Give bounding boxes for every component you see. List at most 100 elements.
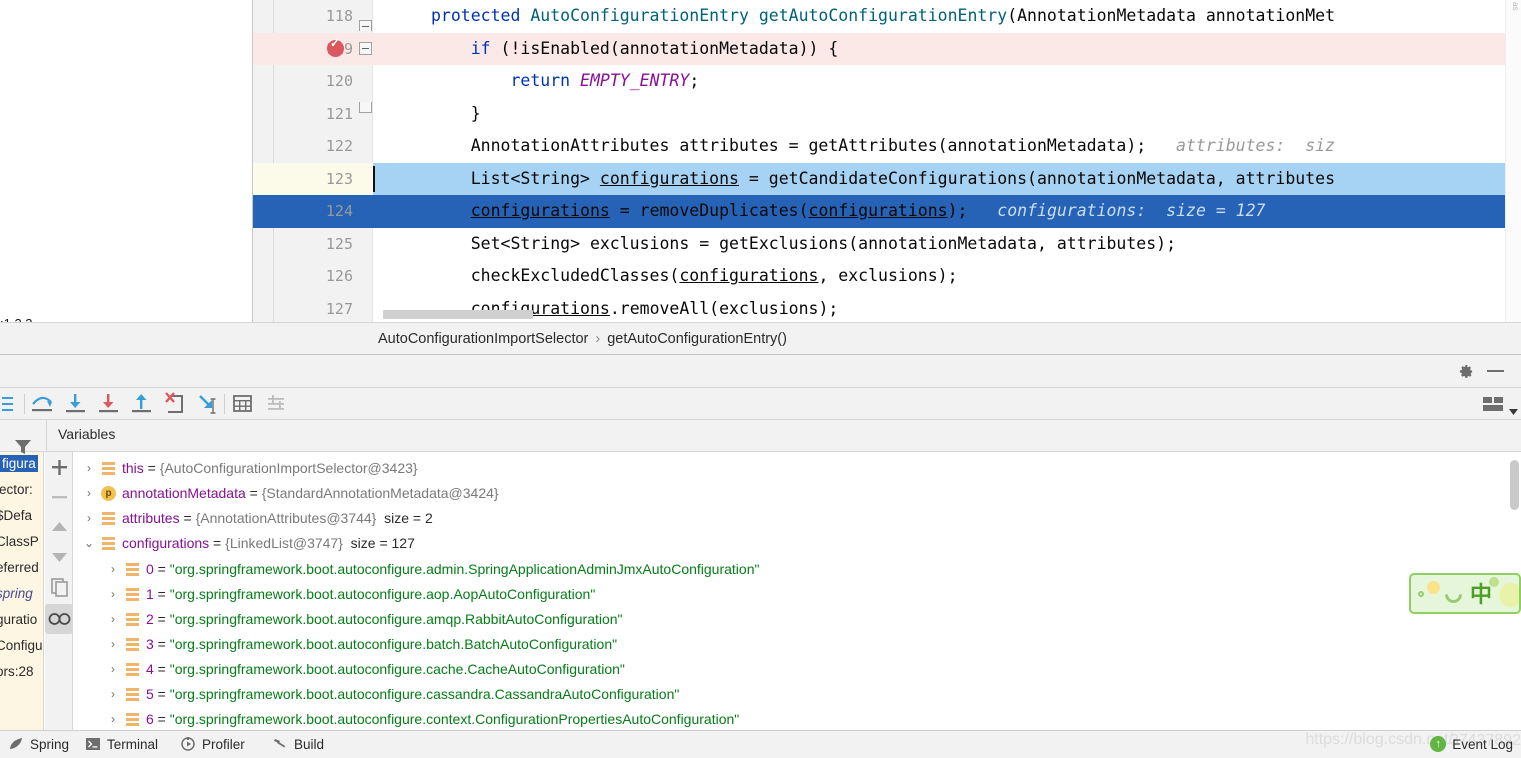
- code-line[interactable]: 125 Set<String> exclusions = getExclusio…: [253, 228, 1521, 261]
- line-number: 126: [325, 267, 353, 285]
- layout-settings-icon[interactable]: [1483, 388, 1518, 420]
- line-number: 127: [325, 299, 353, 318]
- variable-row-expanded[interactable]: ⌄ configurations = {LinkedList@3747} siz…: [74, 531, 1503, 556]
- ide-window: :1.2.3 118 protected AutoConfigurationEn…: [0, 0, 1521, 758]
- expand-chevron-icon[interactable]: ›: [106, 657, 120, 682]
- code-line-caret[interactable]: 123 List<String> configurations = getCan…: [253, 162, 1521, 195]
- breadcrumb-class[interactable]: AutoConfigurationImportSelector: [378, 331, 588, 347]
- status-item-profiler[interactable]: Profiler: [180, 731, 245, 758]
- list-item[interactable]: › 1 = "org.springframework.boot.autoconf…: [74, 582, 1503, 607]
- list-value: "org.springframework.boot.autoconfigure.…: [169, 686, 680, 702]
- list-item[interactable]: › 0 = "org.springframework.boot.autoconf…: [74, 557, 1503, 582]
- force-step-into-icon[interactable]: [92, 388, 125, 420]
- list-index: 1: [146, 586, 154, 602]
- list-value: "org.springframework.boot.autoconfigure.…: [169, 711, 740, 727]
- frame-item[interactable]: ors:28: [0, 664, 34, 679]
- list-value: "org.springframework.boot.autoconfigure.…: [169, 636, 618, 652]
- editor-right-stripe[interactable]: as: [1505, 0, 1521, 322]
- expand-chevron-icon[interactable]: ›: [106, 557, 120, 582]
- variable-row[interactable]: › p annotationMetadata = {StandardAnnota…: [74, 481, 1503, 506]
- frame-item[interactable]: spring: [0, 586, 33, 601]
- watches-icon[interactable]: [45, 604, 73, 634]
- move-down-icon[interactable]: [45, 542, 73, 572]
- minimize-icon[interactable]: [1485, 355, 1511, 388]
- step-out-icon[interactable]: [125, 388, 158, 420]
- expand-chevron-icon[interactable]: ›: [82, 481, 96, 506]
- filter-glyph: [15, 440, 31, 454]
- frames-panel-clipped[interactable]: figura lector: $Defa ClassP eferred spri…: [0, 452, 44, 730]
- status-item-spring[interactable]: Spring: [8, 731, 69, 758]
- status-item-build[interactable]: Build: [272, 731, 324, 758]
- drop-frame-icon[interactable]: [158, 388, 191, 420]
- frame-item[interactable]: ClassP: [0, 534, 39, 549]
- copy-icon[interactable]: [45, 572, 73, 602]
- code-pane[interactable]: 118 protected AutoConfigurationEntry get…: [253, 0, 1521, 322]
- code-line-executing[interactable]: 119 if (!isEnabled(annotationMetadata)) …: [253, 32, 1521, 65]
- list-index: 6: [146, 711, 154, 727]
- list-item[interactable]: › 5 = "org.springframework.boot.autoconf…: [74, 682, 1503, 707]
- code-line[interactable]: 121 }: [253, 98, 1521, 131]
- frame-item[interactable]: eferred: [0, 560, 39, 575]
- expand-chevron-icon[interactable]: ›: [106, 607, 120, 632]
- variables-vertical-scrollbar[interactable]: [1510, 460, 1519, 510]
- expand-chevron-icon[interactable]: ›: [106, 682, 120, 707]
- line-number: 123: [325, 169, 353, 188]
- gear-icon[interactable]: [1455, 355, 1481, 388]
- move-up-icon[interactable]: [45, 512, 73, 542]
- expand-chevron-icon[interactable]: ›: [82, 506, 96, 531]
- filter-icon[interactable]: [12, 436, 36, 460]
- collapse-chevron-icon[interactable]: ⌄: [82, 531, 96, 556]
- equals: =: [153, 661, 170, 677]
- ime-floating-bar[interactable]: 中: [1409, 573, 1521, 614]
- status-item-terminal[interactable]: Terminal: [85, 731, 158, 758]
- list-item[interactable]: › 4 = "org.springframework.boot.autoconf…: [74, 657, 1503, 682]
- tab-variables[interactable]: Variables: [58, 426, 115, 442]
- expand-chevron-icon[interactable]: ›: [82, 456, 96, 481]
- equals: =: [153, 711, 170, 727]
- breakpoint-icon[interactable]: [327, 35, 344, 57]
- variable-row[interactable]: › this = {AutoConfigurationImportSelecto…: [74, 456, 1503, 481]
- list-item[interactable]: › 3 = "org.springframework.boot.autoconf…: [74, 632, 1503, 657]
- remove-icon[interactable]: [45, 482, 73, 512]
- breadcrumb-method[interactable]: getAutoConfigurationEntry(): [607, 331, 787, 347]
- variables-tree[interactable]: › this = {AutoConfigurationImportSelecto…: [74, 452, 1503, 730]
- expand-chevron-icon[interactable]: ›: [106, 707, 120, 730]
- code-line[interactable]: 120 return EMPTY_ENTRY;: [253, 65, 1521, 98]
- toolbar-separator: [224, 394, 225, 414]
- list-item[interactable]: › 2 = "org.springframework.boot.autoconf…: [74, 607, 1503, 632]
- variable-row[interactable]: › attributes = {AnnotationAttributes@374…: [74, 506, 1503, 531]
- editor-horizontal-scrollbar[interactable]: [383, 310, 533, 319]
- code-line[interactable]: 118 protected AutoConfigurationEntry get…: [253, 0, 1521, 33]
- expand-chevron-icon[interactable]: ›: [106, 632, 120, 657]
- frame-item[interactable]: Configu: [0, 638, 43, 653]
- code-line[interactable]: 126 checkExcludedClasses(configurations,…: [253, 260, 1521, 293]
- evaluate-expression-icon[interactable]: [226, 388, 259, 420]
- code-text: configurations = removeDuplicates(config…: [470, 201, 1266, 220]
- debugger-settings-icon[interactable]: [259, 388, 292, 420]
- code-text: return EMPTY_ENTRY;: [510, 71, 700, 90]
- fold-icon[interactable]: [359, 20, 372, 31]
- list-item[interactable]: › 6 = "org.springframework.boot.autoconf…: [74, 707, 1503, 730]
- frame-item[interactable]: $Defa: [0, 508, 32, 523]
- step-out-glyph: [132, 394, 151, 413]
- frame-item[interactable]: lector:: [0, 482, 33, 497]
- toolbar-separator: [24, 394, 25, 414]
- frame-item[interactable]: guratio: [0, 612, 37, 627]
- expand-chevron-icon[interactable]: ›: [106, 582, 120, 607]
- step-over-icon[interactable]: [26, 388, 59, 420]
- step-into-icon[interactable]: [59, 388, 92, 420]
- ime-mode-label[interactable]: 中: [1470, 581, 1492, 610]
- list-icon: [126, 688, 139, 701]
- code-line[interactable]: 122 AnnotationAttributes attributes = ge…: [253, 130, 1521, 163]
- add-icon[interactable]: [45, 452, 73, 482]
- fold-icon[interactable]: [359, 41, 372, 55]
- fold-icon[interactable]: [359, 101, 372, 113]
- code-line-selected[interactable]: 124 configurations = removeDuplicates(co…: [253, 195, 1521, 228]
- up-arrow-glyph: [52, 522, 67, 531]
- list-item-text: 6 = "org.springframework.boot.autoconfig…: [146, 707, 739, 730]
- debugger-settings-glyph: [268, 395, 284, 410]
- status-item-event-log[interactable]: Event Log: [1430, 731, 1513, 758]
- run-to-cursor-icon[interactable]: [191, 388, 224, 420]
- show-execution-point-icon[interactable]: [0, 388, 21, 420]
- show-execution-point-glyph: [2, 397, 13, 411]
